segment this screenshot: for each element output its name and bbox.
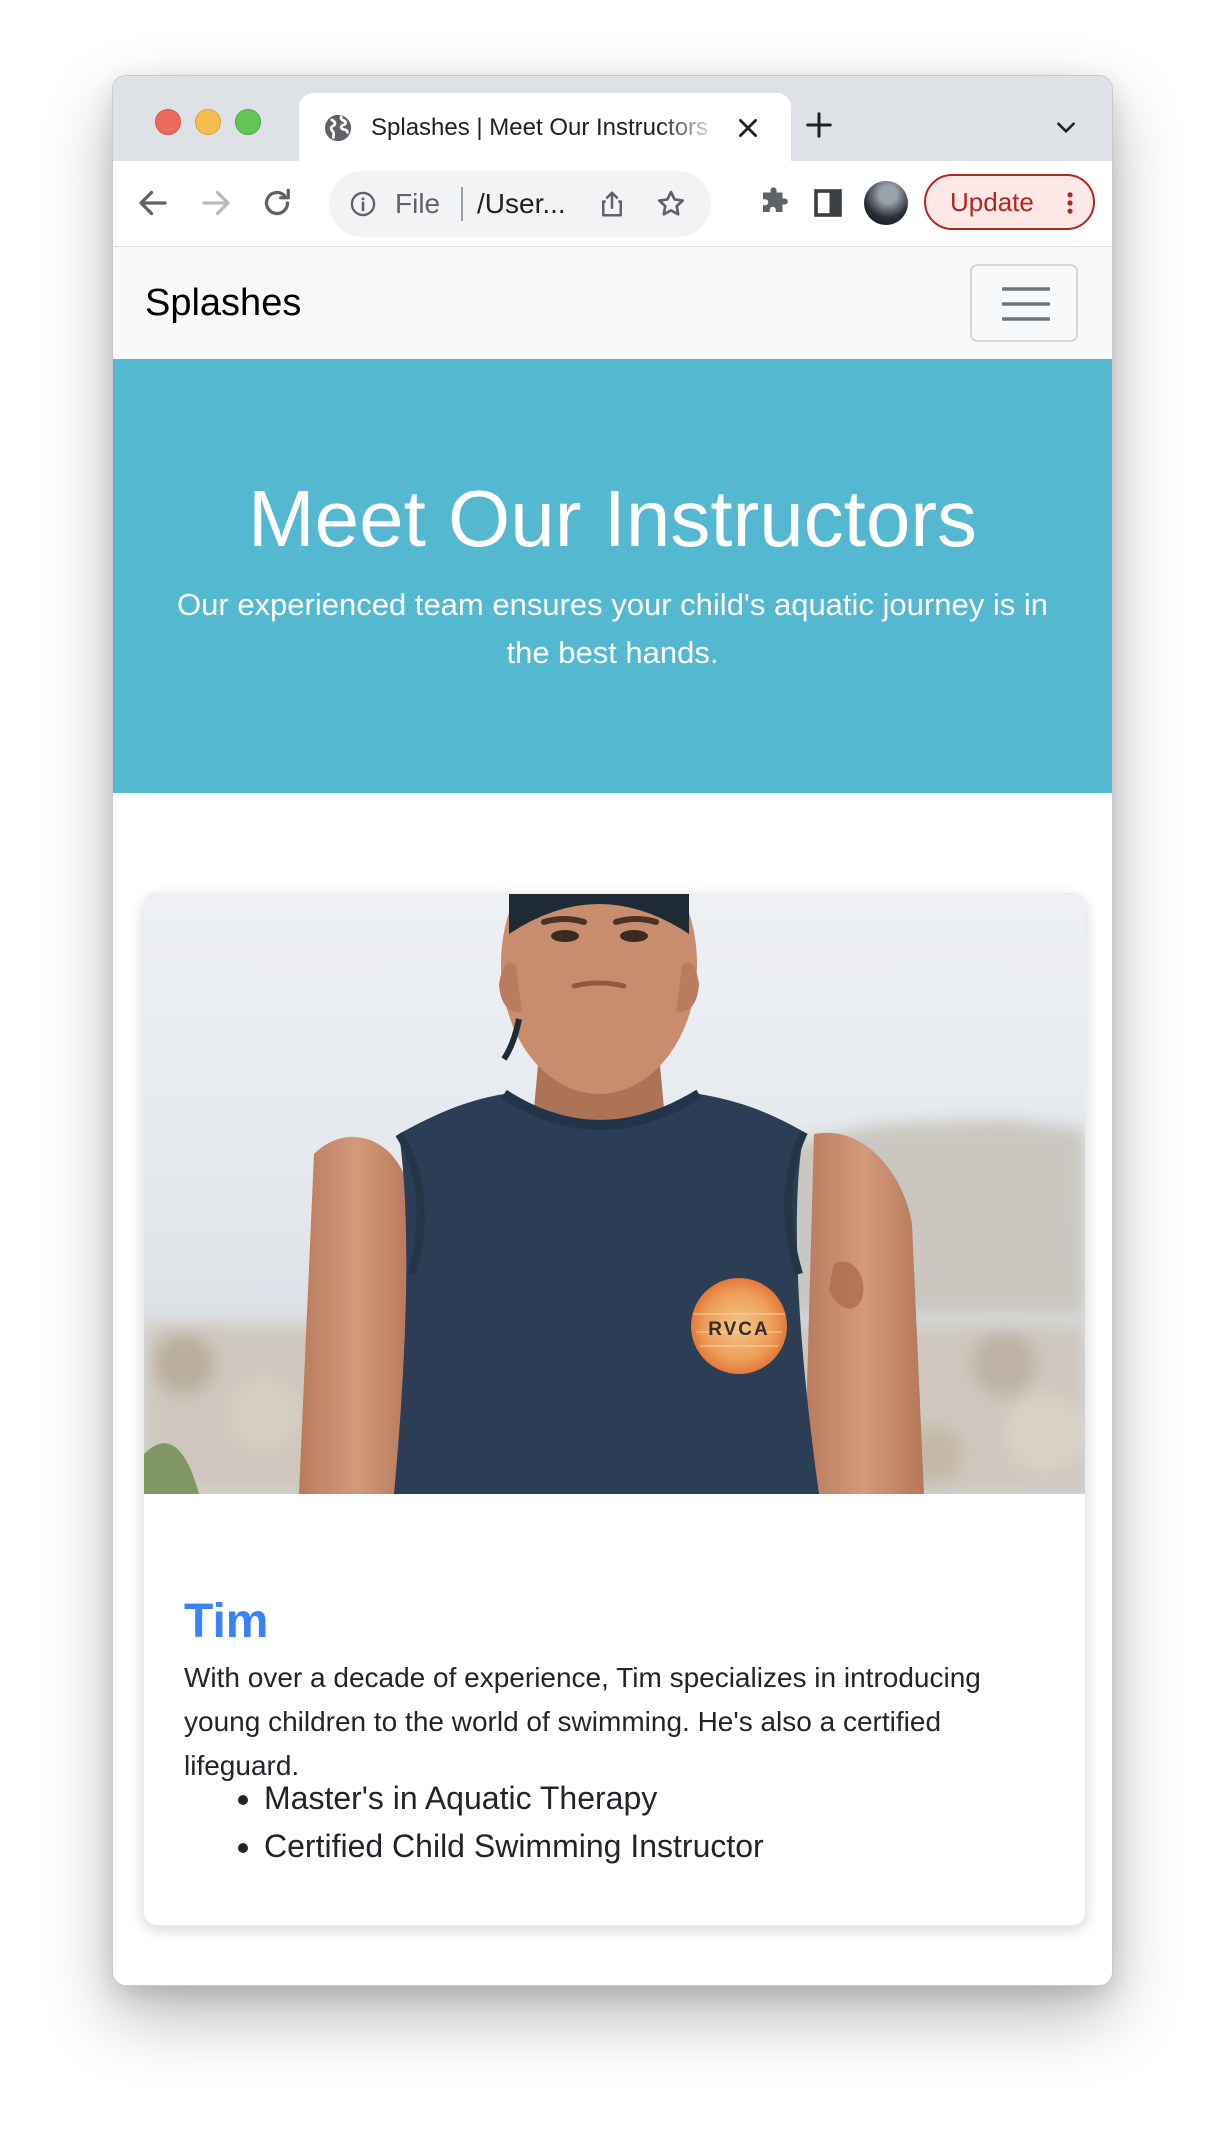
close-icon[interactable]: [735, 115, 761, 141]
minimize-window-button[interactable]: [195, 109, 221, 135]
new-tab-icon[interactable]: [804, 110, 834, 140]
hero-subtitle: Our experienced team ensures your child'…: [177, 587, 1048, 670]
address-scheme-label: File: [395, 188, 441, 219]
address-divider: [461, 187, 463, 221]
chevron-down-icon[interactable]: [1053, 114, 1079, 140]
instructor-name: Tim: [184, 1594, 269, 1648]
qualifications-list: Master's in Aquatic Therapy Certified Ch…: [184, 1774, 1044, 1870]
info-icon[interactable]: [349, 190, 377, 218]
zoom-window-button[interactable]: [235, 109, 261, 135]
brand-link[interactable]: Splashes: [145, 281, 301, 325]
reload-icon[interactable]: [259, 185, 295, 221]
tab-title: Splashes | Meet Our Instructors: [371, 114, 709, 141]
tab-strip: Splashes | Meet Our Instructors: [113, 76, 1112, 161]
more-vertical-icon[interactable]: [1056, 188, 1084, 218]
instructor-card: RVCA Tim With over a decade of experienc…: [143, 893, 1086, 1926]
profile-avatar[interactable]: [864, 181, 908, 225]
side-panel-icon[interactable]: [810, 185, 846, 221]
qualification-item: Master's in Aquatic Therapy: [264, 1774, 1044, 1822]
browser-tab-active[interactable]: Splashes | Meet Our Instructors: [299, 93, 791, 161]
update-button-label: Update: [950, 187, 1034, 217]
globe-icon: [324, 114, 352, 142]
close-window-button[interactable]: [155, 109, 181, 135]
qualification-item: Certified Child Swimming Instructor: [264, 1822, 1044, 1870]
address-url[interactable]: /User...: [477, 187, 566, 221]
forward-arrow-icon[interactable]: [198, 185, 234, 221]
back-arrow-icon[interactable]: [135, 185, 171, 221]
instructor-photo: RVCA: [144, 894, 1085, 1494]
hero-banner: Meet Our Instructors Our experienced tea…: [113, 359, 1112, 793]
address-bar[interactable]: File /User...: [329, 171, 711, 237]
update-button[interactable]: Update: [924, 174, 1095, 230]
page-title: Meet Our Instructors: [247, 474, 978, 563]
instructor-bio: With over a decade of experience, Tim sp…: [184, 1662, 981, 1781]
shirt-logo-text: RVCA: [708, 1319, 770, 1340]
hamburger-menu-icon: [1002, 287, 1050, 321]
page-viewport: Splashes Meet Our Instructors Our experi…: [113, 247, 1112, 1985]
browser-window: Splashes | Meet Our Instructors File /Us…: [112, 75, 1113, 1986]
share-icon[interactable]: [597, 189, 627, 219]
bookmark-star-icon[interactable]: [655, 188, 687, 220]
site-navbar: Splashes: [113, 247, 1112, 359]
navbar-toggler-button[interactable]: [970, 264, 1078, 342]
browser-toolbar: File /User... Update: [113, 161, 1112, 247]
extensions-puzzle-icon[interactable]: [757, 185, 793, 221]
